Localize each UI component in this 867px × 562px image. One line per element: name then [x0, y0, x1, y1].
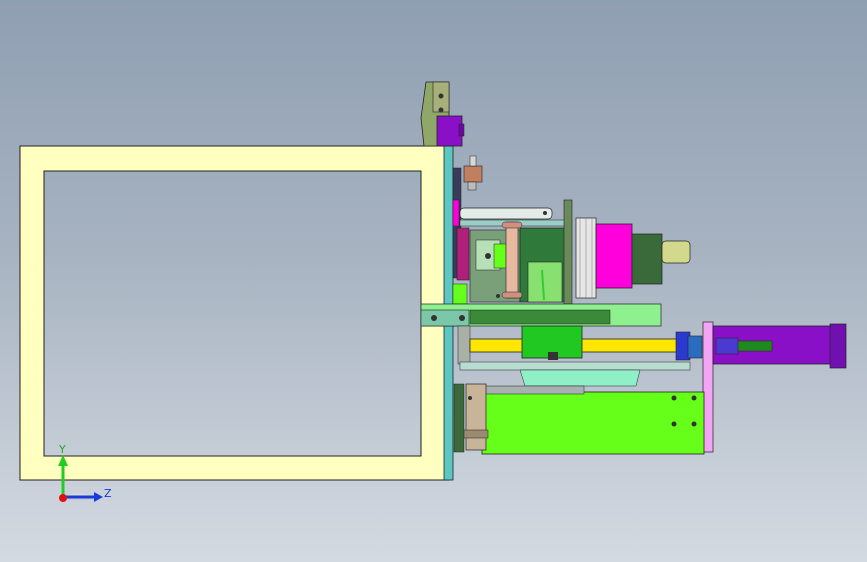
- linear-slide[interactable]: [457, 325, 693, 387]
- left-column-parts[interactable]: [452, 167, 470, 305]
- axis-y-label: Y: [58, 443, 66, 456]
- yellow-frame[interactable]: [19, 145, 450, 481]
- cad-model-view[interactable]: Y Z: [0, 0, 867, 562]
- lower-shaft[interactable]: [453, 383, 489, 453]
- drive-motor[interactable]: [563, 199, 691, 316]
- axis-z-label: Z: [104, 487, 112, 500]
- mount-plate[interactable]: [420, 303, 662, 327]
- gear-mechanism[interactable]: [469, 221, 569, 303]
- lower-green-block[interactable]: [479, 385, 705, 455]
- cad-viewport[interactable]: Y Z: [0, 0, 867, 562]
- top-bracket-assembly[interactable]: [420, 81, 465, 147]
- top-sensor[interactable]: [463, 155, 483, 191]
